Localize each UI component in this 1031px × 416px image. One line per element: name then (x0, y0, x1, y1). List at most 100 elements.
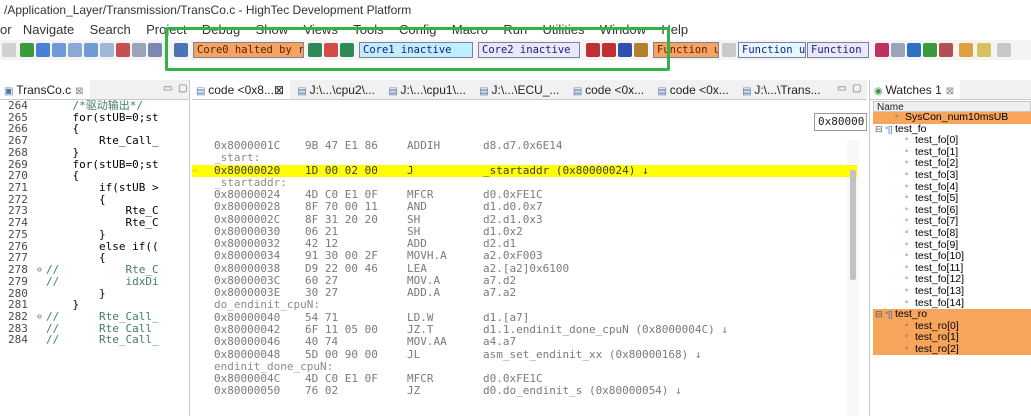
reset-icon[interactable] (116, 43, 130, 57)
disasm-label-row[interactable]: endinit_done_cpuN: (192, 361, 857, 373)
source-line[interactable]: 275 } (0, 229, 189, 241)
function-combo-1[interactable]: Function u (653, 42, 719, 58)
watch-item[interactable]: ᐤ test_fo[14] (873, 298, 1031, 310)
core-stop-icon[interactable] (324, 43, 338, 57)
disasm-row[interactable]: 0x80000034 91 30 00 2F MOVH.A a2.0xF003 (192, 250, 857, 262)
menu-item-debug[interactable]: Debug (202, 20, 240, 40)
disassembly-scrollbar-thumb[interactable] (850, 170, 856, 280)
nav-back-icon[interactable] (977, 43, 991, 57)
source-line[interactable]: 279 // idxDi (0, 276, 189, 288)
source-line[interactable]: 271 if(stUB > (0, 182, 189, 194)
core1-status-combo[interactable]: Core1 inactive (359, 42, 473, 58)
breakpoint-disable-icon[interactable] (602, 43, 616, 57)
step-over-icon[interactable] (68, 43, 82, 57)
menu-item-views[interactable]: Views (303, 20, 337, 40)
sync-icon[interactable] (907, 43, 921, 57)
disasm-row[interactable]: 0x8000003C 60 27 MOV.A a7.d2 (192, 275, 857, 287)
disasm-row[interactable]: 0x80000050 76 02 JZ d0.do_endinit_s (0x8000… (192, 385, 857, 397)
menu-item-help[interactable]: Help (661, 20, 688, 40)
menu-item-window[interactable]: Window (600, 20, 646, 40)
registers-icon[interactable] (148, 43, 162, 57)
memory-icon[interactable] (132, 43, 146, 57)
source-code-view[interactable]: 264 /*驱动输出*/265 for(stUB=0;st 266 {267 Rt… (0, 100, 189, 416)
menu-item-run[interactable]: Run (503, 20, 527, 40)
watches-tree[interactable]: ᐤ SysCon_num10msUB ⊟ ᐤ[] test_fo ᐤ test_fo[0] ᐤ… (873, 112, 1031, 416)
watch-item[interactable]: ᐤ test_ro[1] (873, 332, 1031, 344)
menu-item-utilities[interactable]: Utilities (543, 20, 585, 40)
source-line[interactable]: 280 } (0, 288, 189, 300)
watch-item[interactable]: ᐤ test_fo[8] (873, 228, 1031, 240)
close-icon[interactable]: ⊠ (274, 83, 284, 97)
tab-cpu1[interactable]: ▤ J:\...\cpu1\... (384, 80, 472, 99)
tab-watches-1[interactable]: ◉ Watches 1 ⊠ (870, 80, 961, 99)
source-line[interactable]: 284 // Rte_Call_ (0, 334, 189, 346)
watch-item[interactable]: ᐤ test_fo[13] (873, 286, 1031, 298)
menu-item-tools[interactable]: Tools (353, 20, 383, 40)
source-line[interactable]: 276 else if(( (0, 241, 189, 253)
expand-toggle-icon[interactable]: ⊟ (875, 309, 885, 321)
step-icon[interactable] (36, 43, 50, 57)
disassembly-view[interactable]: 0x8000001C 9B 47 E1 86 ADDIH d8.d7.0x6E14 _s… (192, 140, 857, 416)
tab-code-0[interactable]: ▤ code <0x8...⊠ (192, 80, 291, 99)
core-run-icon[interactable] (308, 43, 322, 57)
source-line[interactable]: 278 ⊖// Rte_C (0, 264, 189, 276)
tab-code-1[interactable]: ▤ code <0x... (569, 80, 650, 99)
maximize-icon[interactable]: ▢ (852, 80, 861, 98)
tab-code-2[interactable]: ▤ code <0x... (653, 80, 734, 99)
watch-item[interactable]: ᐤ test_ro[2] (873, 343, 1031, 356)
disasm-row[interactable]: 0x80000024 4D C0 E1 0F MFCR d0.0xFE1C (192, 189, 857, 201)
tab-ecu[interactable]: ▤ J:\...\ECU_... (475, 80, 565, 99)
minimize-icon[interactable]: ▭ (163, 80, 172, 98)
toolbar-dropdown-icon[interactable] (2, 43, 16, 57)
disasm-row[interactable]: 0x8000004C 4D C0 E1 0F MFCR d0.0xFE1C (192, 373, 857, 385)
disasm-row[interactable]: 0x80000048 5D 00 90 00 JL asm_set_endinit_x… (192, 349, 857, 361)
source-line[interactable]: 277 { (0, 252, 189, 264)
watch-item[interactable]: ᐤ test_fo[0] (873, 135, 1031, 147)
source-line[interactable]: 281 } (0, 299, 189, 311)
function-combo-3[interactable]: Function u (807, 42, 869, 58)
close-icon[interactable]: ⊠ (946, 86, 954, 97)
disasm-row[interactable]: 0x8000001C 9B 47 E1 86 ADDIH d8.d7.0x6E14 (192, 140, 857, 152)
disasm-label-row[interactable]: _startaddr: (192, 177, 857, 189)
watch-item[interactable]: ⊟ ᐤ[] test_fo (873, 124, 1031, 136)
source-line[interactable]: 283 // Rte_Call_ (0, 323, 189, 335)
cpu-icon[interactable] (174, 43, 188, 57)
disasm-row[interactable]: 0x80000028 8F 70 00 11 AND d1.d0.0x7 (192, 201, 857, 213)
watch-item[interactable]: ᐤ SysCon_num10msUB (873, 112, 1031, 124)
disasm-label-row[interactable]: do_endinit_cpuN: (192, 299, 857, 311)
menu-item-navigate[interactable]: Navigate (23, 20, 74, 40)
watch-item[interactable]: ᐤ test_fo[5] (873, 193, 1031, 205)
disasm-row[interactable]: 0x80000042 6F 11 05 00 JZ.T d1.1.endinit_do… (192, 324, 857, 336)
watch-item[interactable]: ᐤ test_fo[6] (873, 205, 1031, 217)
watch-item[interactable]: ⊟ ᐤ[] test_ro (873, 309, 1031, 321)
disasm-row[interactable]: 0x80000030 06 21 SH d1.0x2 (192, 226, 857, 238)
source-line[interactable]: 267 Rte_Call_ (0, 135, 189, 147)
nav-up-icon[interactable] (959, 43, 973, 57)
menu-item-show[interactable]: Show (256, 20, 289, 40)
trace-icon[interactable] (634, 43, 648, 57)
disasm-label-row[interactable]: _start: (192, 152, 857, 164)
menu-item-search[interactable]: Search (90, 20, 131, 40)
watch-item[interactable]: ᐤ test_fo[12] (873, 274, 1031, 286)
disasm-row[interactable]: 0x80000040 54 71 LD.W d1.[a7] (192, 312, 857, 324)
breakpoint-list-icon[interactable] (618, 43, 632, 57)
watch-item[interactable]: ᐤ test_ro[0] (873, 320, 1031, 333)
step-out-icon[interactable] (84, 43, 98, 57)
source-line[interactable]: 273 Rte_C (0, 205, 189, 217)
menu-item-project[interactable]: Project (146, 20, 186, 40)
source-line[interactable]: 274 Rte_C (0, 217, 189, 229)
watch-item[interactable]: ᐤ test_fo[3] (873, 170, 1031, 182)
step-return-icon[interactable] (100, 43, 114, 57)
disasm-row[interactable]: 0x80000046 40 74 MOV.AA a4.a7 (192, 336, 857, 348)
watch-item[interactable]: ᐤ test_fo[11] (873, 263, 1031, 275)
core2-status-combo[interactable]: Core2 inactive (478, 42, 580, 58)
fold-marker[interactable]: ⊖ (37, 264, 45, 276)
source-line[interactable]: 269 for(stUB=0;st (0, 159, 189, 171)
source-line[interactable]: 272 { (0, 194, 189, 206)
watch-item[interactable]: ᐤ test_fo[2] (873, 158, 1031, 170)
source-line[interactable]: 264 /*驱动输出*/ (0, 100, 189, 112)
watch-item[interactable]: ᐤ test_fo[9] (873, 240, 1031, 252)
disasm-row[interactable]: 0x80000032 42 12 ADD d2.d1 (192, 238, 857, 250)
source-line[interactable]: 270 { (0, 170, 189, 182)
source-line[interactable]: 282 ⊖// Rte_Call_ (0, 311, 189, 323)
